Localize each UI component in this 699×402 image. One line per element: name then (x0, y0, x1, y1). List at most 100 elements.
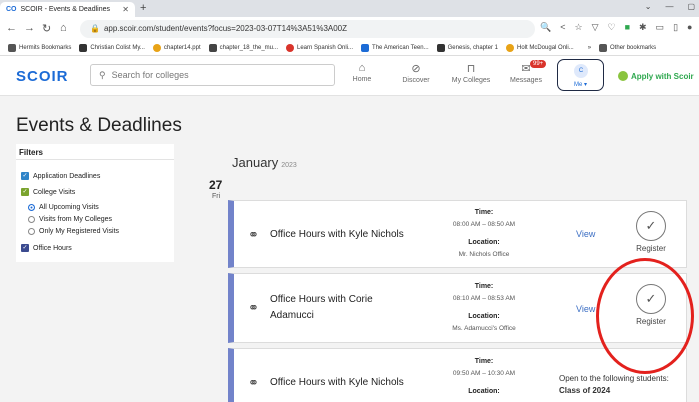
home-browser-icon[interactable]: ⌂ (60, 22, 67, 34)
people-icon: ⚭ (248, 227, 259, 242)
profile-icon[interactable]: ● (687, 22, 692, 33)
day-name: Fri (212, 193, 221, 200)
apply-label: Apply with Scoir (631, 71, 694, 81)
event-card: ⚭ Office Hours with Kyle Nichols Time: 0… (228, 200, 687, 268)
class-label: Class of 2024 (559, 386, 611, 395)
nav-my-colleges[interactable]: ⊓ My Colleges (446, 62, 496, 84)
tab-title: SCOIR - Events & Deadlines (20, 6, 110, 13)
checkbox-checked-icon[interactable]: ✓ (21, 244, 29, 252)
bookmark-favicon-icon (152, 44, 161, 52)
home-icon: ⌂ (358, 62, 366, 74)
filter-label: Office Hours (33, 244, 72, 252)
event-location: Mr. Nichols Office (458, 251, 510, 258)
filters-title: Filters (16, 144, 174, 160)
nav-messages-label: Messages (510, 77, 542, 84)
event-title: Office Hours with Corie Adamucci (270, 294, 373, 321)
bookmark-item[interactable]: The American Teen... (361, 44, 429, 52)
search-icon: ⚲ (99, 69, 106, 80)
shield-icon[interactable]: ▽ (592, 22, 599, 33)
filter-college-visits[interactable]: ✓ College Visits (21, 188, 75, 196)
scoir-logo[interactable]: SCOIR (16, 68, 69, 85)
checkbox-checked-icon[interactable]: ✓ (21, 188, 29, 196)
url-bar[interactable]: 🔒 app.scoir.com/student/events?focus=2023… (80, 20, 535, 38)
cast-icon[interactable]: ▭ (656, 22, 665, 33)
zoom-icon[interactable]: 🔍 (540, 22, 551, 33)
lock-icon: 🔒 (90, 24, 100, 33)
maximize-icon[interactable]: ▢ (687, 2, 695, 11)
view-link[interactable]: View (576, 229, 595, 239)
bookmark-label: Learn Spanish Onli... (297, 45, 354, 51)
avatar: C (574, 64, 588, 78)
bookmark-item[interactable]: chapter14.ppt (152, 44, 201, 52)
me-menu[interactable]: C Me ▾ (557, 59, 604, 91)
radio-label: All Upcoming Visits (39, 204, 99, 211)
register-button[interactable]: ✓ Register (626, 211, 676, 253)
messages-badge: 99+ (530, 60, 547, 68)
bookmark-label: Holt McDougal Onli... (517, 45, 574, 51)
bookmark-item[interactable]: Christian Colist My... (79, 44, 145, 52)
radio-all-upcoming-visits[interactable]: All Upcoming Visits (28, 204, 99, 211)
nav-messages[interactable]: ✉ 99+ Messages (501, 60, 551, 84)
checkbox-checked-icon[interactable]: ✓ (21, 172, 29, 180)
apply-icon (618, 71, 628, 81)
radio-icon[interactable] (28, 216, 35, 223)
forward-icon[interactable]: → (24, 22, 35, 34)
checkmark-icon: ✓ (636, 211, 666, 241)
time-label: Time: (474, 358, 494, 365)
bookmark-item[interactable]: Genesis, chapter 1 (436, 44, 498, 52)
bookmark-item[interactable]: Learn Spanish Onli... (286, 44, 353, 52)
bookmark-favicon-icon (361, 44, 370, 52)
filters-panel: Filters ✓ Application Deadlines ✓ Colleg… (16, 144, 174, 262)
time-label: Time: (474, 209, 494, 216)
other-bookmarks[interactable]: Other bookmarks (599, 44, 656, 52)
page-title: Events & Deadlines (16, 115, 182, 136)
extension-icons: 🔍 < ☆ ▽ ♡ ■ ✱ ▭ ▯ ● (540, 22, 692, 33)
folder-icon (599, 44, 608, 52)
sidebar-icon[interactable]: ▯ (673, 22, 678, 33)
month-label: January (232, 155, 279, 170)
window-controls: ⌄ — ▢ (645, 2, 695, 11)
event-time: 08:00 AM – 08:50 AM (452, 221, 516, 228)
heart-shield-icon[interactable]: ♡ (607, 22, 615, 33)
bookmark-favicon-icon (286, 44, 294, 52)
reload-icon[interactable]: ↻ (42, 22, 51, 35)
event-title: Office Hours with Kyle Nichols (270, 377, 404, 388)
radio-only-my-registered-visits[interactable]: Only My Registered Visits (28, 228, 119, 235)
apply-with-scoir-button[interactable]: Apply with Scoir (618, 71, 694, 81)
location-label: Location: (468, 239, 500, 246)
nav-my-colleges-label: My Colleges (451, 77, 491, 84)
day-number: 27 (209, 178, 223, 192)
browser-tab[interactable]: CO SCOIR - Events & Deadlines ✕ (0, 2, 135, 17)
bookmarks-overflow[interactable]: » (588, 45, 591, 51)
view-link[interactable]: View (576, 304, 595, 314)
star-icon[interactable]: ☆ (574, 22, 582, 33)
bookmark-item[interactable]: chapter_18_the_mu... (208, 44, 278, 52)
puzzle-icon[interactable]: ✱ (639, 22, 647, 33)
bookmark-favicon-icon (436, 44, 445, 52)
bookmark-item[interactable]: Holt McDougal Onli... (506, 44, 574, 52)
college-search-input[interactable]: ⚲ Search for colleges (90, 64, 335, 86)
radio-selected-icon[interactable] (28, 204, 35, 211)
nav-discover[interactable]: ⊘ Discover (391, 62, 441, 84)
bookmark-label: chapter14.ppt (163, 45, 201, 51)
event-location: Ms. Adamucci's Office (452, 325, 516, 332)
bookmark-label: The American Teen... (372, 45, 429, 51)
filter-office-hours[interactable]: ✓ Office Hours (21, 244, 72, 252)
close-tab-icon[interactable]: ✕ (122, 5, 129, 14)
bookmarks-bar: Hermits Bookmarks Christian Colist My...… (0, 41, 699, 56)
tab-search-icon[interactable]: ⌄ (645, 2, 652, 11)
radio-visits-from-my-colleges[interactable]: Visits from My Colleges (28, 216, 112, 223)
bookmark-item[interactable]: Hermits Bookmarks (8, 44, 71, 52)
minimize-icon[interactable]: — (665, 2, 673, 11)
bookmark-label: chapter_18_the_mu... (219, 45, 278, 51)
nav-home[interactable]: ⌂ Home (337, 62, 387, 83)
new-tab-icon[interactable]: + (140, 2, 146, 14)
annotation-circle (596, 258, 694, 374)
share-icon[interactable]: < (560, 22, 565, 33)
filter-application-deadlines[interactable]: ✓ Application Deadlines (21, 172, 100, 180)
back-icon[interactable]: ← (6, 22, 17, 34)
extension-green-icon[interactable]: ■ (625, 22, 630, 33)
nav-discover-label: Discover (402, 77, 430, 84)
radio-icon[interactable] (28, 228, 35, 235)
bookmark-folder-icon (8, 44, 16, 52)
